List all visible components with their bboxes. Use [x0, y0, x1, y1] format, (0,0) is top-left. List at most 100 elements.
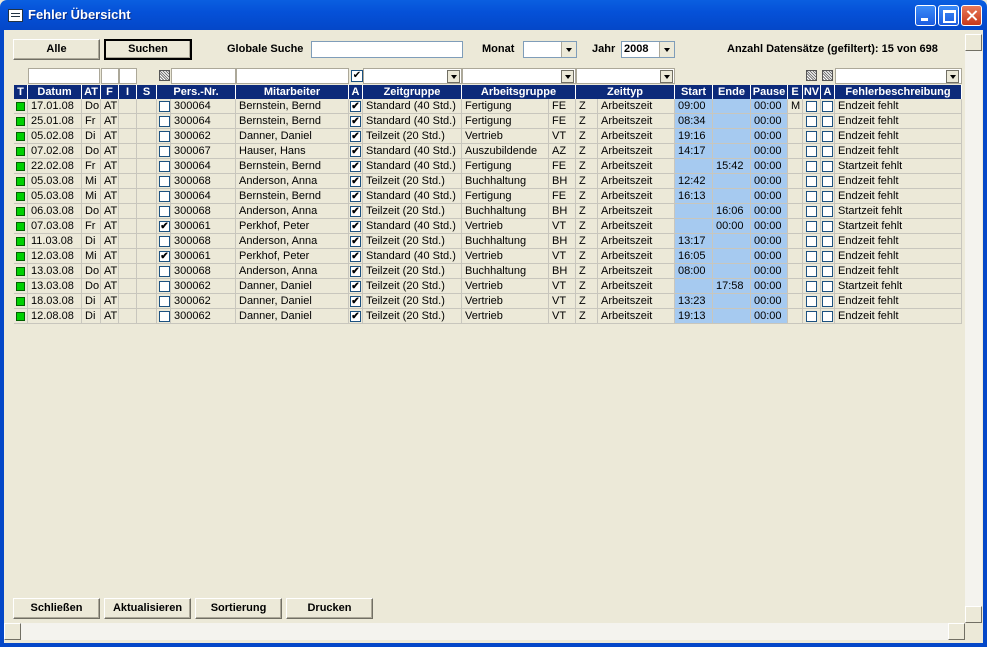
pause-cell[interactable]: 00:00	[751, 144, 788, 159]
arbeitsgruppe-cell[interactable]: Vertrieb	[462, 219, 549, 234]
zeitgruppe-cell[interactable]: Teilzeit (20 Std.)	[363, 174, 462, 189]
error-description-cell[interactable]: Endzeit fehlt	[835, 174, 962, 189]
nv-checkbox[interactable]	[806, 101, 817, 112]
a-checkbox[interactable]: ✔	[350, 251, 361, 262]
i-cell[interactable]	[137, 159, 157, 174]
a-cell[interactable]: ✔	[349, 174, 363, 189]
s-cell[interactable]	[157, 189, 171, 204]
arbeitsgruppe-code-cell[interactable]: FE	[549, 159, 576, 174]
ende-cell[interactable]	[713, 129, 751, 144]
s-checkbox[interactable]	[159, 176, 170, 187]
scroll-right-button[interactable]	[948, 623, 965, 640]
employee-cell[interactable]: Danner, Daniel	[236, 129, 349, 144]
s-cell[interactable]: ✔	[157, 219, 171, 234]
arbeitsgruppe-code-cell[interactable]: VT	[549, 219, 576, 234]
zeitgruppe-cell[interactable]: Teilzeit (20 Std.)	[363, 309, 462, 324]
persnr-cell[interactable]: 300068	[171, 264, 236, 279]
zeittyp-code-cell[interactable]: Z	[576, 294, 598, 309]
a2-cell[interactable]	[821, 249, 835, 264]
date-cell[interactable]: 12.03.08	[28, 249, 82, 264]
aktualisieren-button[interactable]: Aktualisieren	[104, 598, 191, 619]
column-header[interactable]: Start	[675, 85, 713, 99]
employee-cell[interactable]: Bernstein, Bernd	[236, 189, 349, 204]
zeittyp-cell[interactable]: Arbeitszeit	[598, 144, 675, 159]
zeittyp-cell[interactable]: Arbeitszeit	[598, 264, 675, 279]
zeittyp-code-cell[interactable]: Z	[576, 174, 598, 189]
s-checkbox[interactable]	[159, 281, 170, 292]
zeittyp-code-cell[interactable]: Z	[576, 129, 598, 144]
at-cell[interactable]: AT	[101, 309, 119, 324]
zeittyp-cell[interactable]: Arbeitszeit	[598, 294, 675, 309]
employee-cell[interactable]: Anderson, Anna	[236, 234, 349, 249]
employee-cell[interactable]: Danner, Daniel	[236, 279, 349, 294]
f-cell[interactable]	[119, 249, 137, 264]
pause-cell[interactable]: 00:00	[751, 129, 788, 144]
weekday-cell[interactable]: Fr	[82, 114, 101, 129]
a-checkbox[interactable]: ✔	[350, 146, 361, 157]
f-cell[interactable]	[119, 264, 137, 279]
zeittyp-cell[interactable]: Arbeitszeit	[598, 234, 675, 249]
status-cell[interactable]	[14, 204, 28, 219]
weekday-cell[interactable]: Di	[82, 294, 101, 309]
zeitgruppe-cell[interactable]: Teilzeit (20 Std.)	[363, 204, 462, 219]
persnr-cell[interactable]: 300064	[171, 189, 236, 204]
arbeitsgruppe-cell[interactable]: Auszubildende	[462, 144, 549, 159]
arbeitsgruppe-cell[interactable]: Buchhaltung	[462, 234, 549, 249]
a2-checkbox[interactable]	[822, 311, 833, 322]
persnr-cell[interactable]: 300061	[171, 219, 236, 234]
filter-f-input[interactable]	[101, 68, 119, 84]
at-cell[interactable]: AT	[101, 129, 119, 144]
i-cell[interactable]	[137, 264, 157, 279]
s-cell[interactable]	[157, 279, 171, 294]
persnr-cell[interactable]: 300068	[171, 174, 236, 189]
sortierung-button[interactable]: Sortierung	[195, 598, 282, 619]
start-cell[interactable]: 09:00	[675, 99, 713, 114]
arbeitsgruppe-cell[interactable]: Vertrieb	[462, 279, 549, 294]
pause-cell[interactable]: 00:00	[751, 159, 788, 174]
status-cell[interactable]	[14, 234, 28, 249]
persnr-cell[interactable]: 300068	[171, 234, 236, 249]
error-description-cell[interactable]: Endzeit fehlt	[835, 294, 962, 309]
pause-cell[interactable]: 00:00	[751, 264, 788, 279]
persnr-cell[interactable]: 300067	[171, 144, 236, 159]
column-header[interactable]: NV	[803, 85, 821, 99]
employee-cell[interactable]: Bernstein, Bernd	[236, 99, 349, 114]
error-description-cell[interactable]: Endzeit fehlt	[835, 144, 962, 159]
zeittyp-cell[interactable]: Arbeitszeit	[598, 114, 675, 129]
a-cell[interactable]: ✔	[349, 264, 363, 279]
a2-cell[interactable]	[821, 234, 835, 249]
i-cell[interactable]	[137, 189, 157, 204]
select-all-icon[interactable]	[159, 70, 170, 81]
persnr-cell[interactable]: 300064	[171, 114, 236, 129]
filter-datum-input[interactable]	[28, 68, 100, 84]
a2-checkbox[interactable]	[822, 266, 833, 277]
ende-cell[interactable]	[713, 309, 751, 324]
e-cell[interactable]	[788, 174, 803, 189]
zeittyp-cell[interactable]: Arbeitszeit	[598, 279, 675, 294]
f-cell[interactable]	[119, 219, 137, 234]
i-cell[interactable]	[137, 129, 157, 144]
weekday-cell[interactable]: Mi	[82, 249, 101, 264]
arbeitsgruppe-cell[interactable]: Vertrieb	[462, 129, 549, 144]
date-cell[interactable]: 07.02.08	[28, 144, 82, 159]
arbeitsgruppe-code-cell[interactable]: VT	[549, 129, 576, 144]
a2-checkbox[interactable]	[822, 161, 833, 172]
nv-cell[interactable]	[803, 114, 821, 129]
zeitgruppe-cell[interactable]: Standard (40 Std.)	[363, 144, 462, 159]
arbeitsgruppe-code-cell[interactable]: VT	[549, 279, 576, 294]
date-cell[interactable]: 11.03.08	[28, 234, 82, 249]
a-checkbox[interactable]: ✔	[350, 281, 361, 292]
a-cell[interactable]: ✔	[349, 189, 363, 204]
nv-checkbox[interactable]	[806, 206, 817, 217]
zeitgruppe-cell[interactable]: Teilzeit (20 Std.)	[363, 279, 462, 294]
s-cell[interactable]	[157, 264, 171, 279]
status-cell[interactable]	[14, 219, 28, 234]
date-cell[interactable]: 13.03.08	[28, 264, 82, 279]
at-cell[interactable]: AT	[101, 114, 119, 129]
arbeitsgruppe-cell[interactable]: Fertigung	[462, 99, 549, 114]
ende-cell[interactable]	[713, 99, 751, 114]
status-cell[interactable]	[14, 129, 28, 144]
nv-cell[interactable]	[803, 144, 821, 159]
a2-cell[interactable]	[821, 219, 835, 234]
s-checkbox[interactable]	[159, 146, 170, 157]
